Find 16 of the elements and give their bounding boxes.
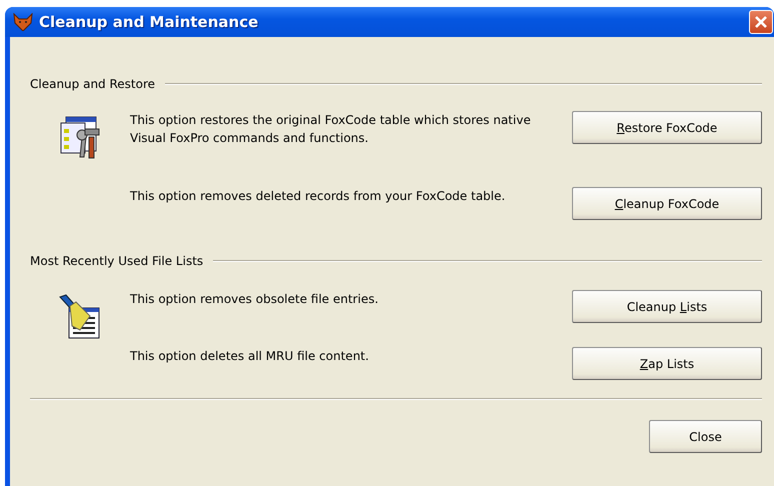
tools-icon: [60, 115, 100, 159]
window-title: Cleanup and Maintenance: [39, 13, 258, 31]
broom-icon: [59, 294, 101, 340]
action-button[interactable]: Cleanup Lists: [572, 290, 762, 323]
section-label: Cleanup and Restore: [30, 77, 156, 91]
action-button[interactable]: Zap Lists: [572, 347, 762, 380]
option-description: This option removes obsolete file entries.: [130, 291, 380, 308]
action-button[interactable]: Cleanup FoxCode: [572, 187, 762, 220]
action-button[interactable]: Restore FoxCode: [572, 111, 762, 144]
option-description: This option deletes all MRU file content.: [130, 348, 370, 365]
close-icon[interactable]: [749, 10, 773, 34]
section-label: Most Recently Used File Lists: [30, 254, 204, 268]
option-description: This option removes deleted records from your FoxCode table.: [130, 188, 506, 205]
option-description: This option restores the original FoxCode table which stores native Visual FoxPro commands and functions.: [130, 112, 532, 147]
close-button[interactable]: Close: [649, 420, 762, 453]
fox-icon: [13, 13, 33, 31]
